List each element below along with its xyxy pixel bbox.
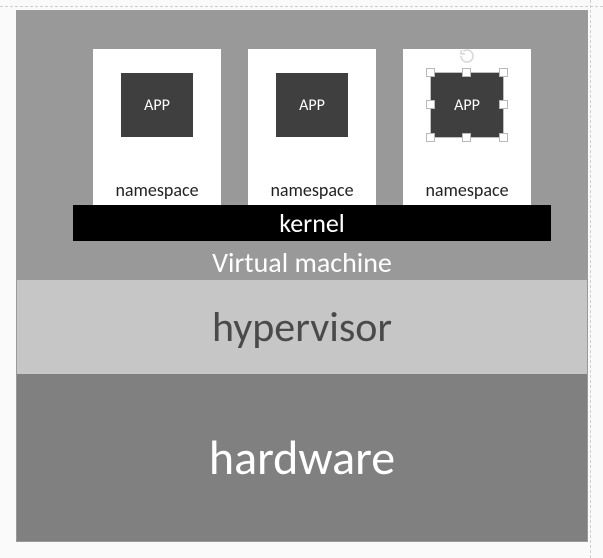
- resize-handle-s[interactable]: [462, 133, 471, 142]
- namespaces-row: APP namespace APP namespace APP: [93, 49, 531, 205]
- resize-handle-sw[interactable]: [426, 133, 435, 142]
- editor-guide-horizontal: [0, 6, 603, 7]
- namespace-label: namespace: [425, 179, 508, 201]
- virtual-machine-label: Virtual machine: [17, 245, 587, 280]
- hypervisor-label: hypervisor: [212, 302, 392, 353]
- rotate-icon[interactable]: [458, 47, 476, 65]
- namespace-label: namespace: [115, 179, 198, 201]
- editor-guide-vertical: [590, 0, 591, 558]
- resize-handle-n[interactable]: [462, 68, 471, 77]
- resize-handle-w[interactable]: [426, 100, 435, 109]
- hardware-layer[interactable]: hardware: [17, 374, 587, 541]
- app-label: APP: [299, 96, 325, 115]
- app-box-3-selected[interactable]: APP: [431, 73, 503, 137]
- namespace-box-2[interactable]: APP namespace: [248, 49, 376, 205]
- kernel-layer[interactable]: kernel: [73, 205, 551, 241]
- architecture-diagram: APP namespace APP namespace APP: [16, 10, 588, 542]
- namespace-box-3[interactable]: APP namespace: [403, 49, 531, 205]
- app-label: APP: [144, 96, 170, 115]
- resize-handle-nw[interactable]: [426, 68, 435, 77]
- resize-handle-ne[interactable]: [499, 68, 508, 77]
- resize-handle-se[interactable]: [499, 133, 508, 142]
- namespace-box-1[interactable]: APP namespace: [93, 49, 221, 205]
- app-box-2[interactable]: APP: [276, 73, 348, 137]
- hardware-label: hardware: [209, 428, 395, 487]
- app-box-1[interactable]: APP: [121, 73, 193, 137]
- namespace-label: namespace: [270, 179, 353, 201]
- kernel-label: kernel: [279, 207, 345, 239]
- hypervisor-layer[interactable]: hypervisor: [17, 280, 587, 374]
- virtual-machine-layer: APP namespace APP namespace APP: [17, 11, 587, 280]
- app-label: APP: [454, 96, 480, 115]
- resize-handle-e[interactable]: [499, 100, 508, 109]
